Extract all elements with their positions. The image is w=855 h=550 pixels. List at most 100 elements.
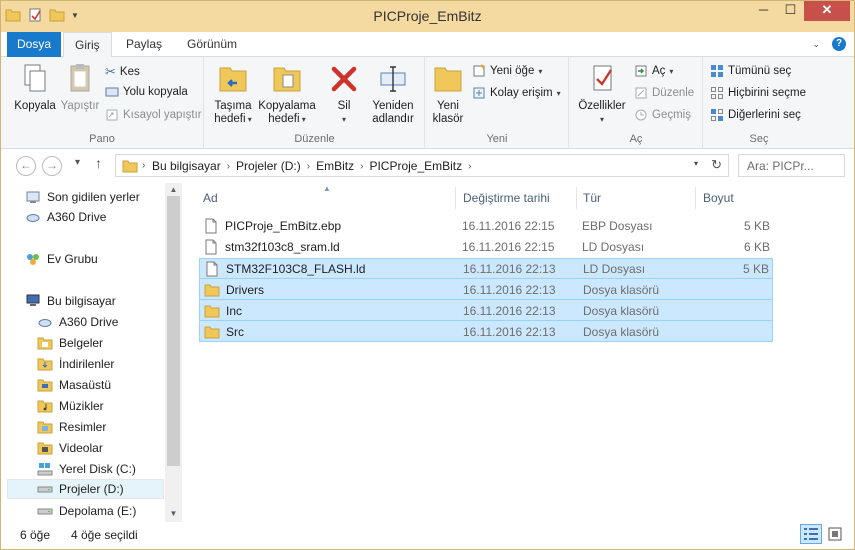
move-folder-icon (219, 67, 247, 92)
file-name: PICProje_EmBitz.ebp (225, 219, 342, 233)
refresh-icon[interactable]: ↻ (711, 157, 722, 173)
forward-button[interactable]: → (42, 156, 62, 176)
search-input[interactable]: Ara: PICPr... (738, 154, 845, 177)
file-name: STM32F103C8_FLASH.ld (226, 262, 366, 276)
column-divider[interactable] (695, 187, 696, 209)
expand-ribbon-icon[interactable]: ⌄ (812, 39, 820, 50)
column-header-size[interactable]: Boyut (703, 183, 734, 213)
properties-button[interactable]: Özellikler ▾ (574, 61, 630, 126)
minimize-button[interactable]: ─ (750, 1, 777, 21)
file-date: 16.11.2016 22:13 (463, 304, 556, 318)
nav-item-local-disk-c[interactable]: Yerel Disk (C:) (37, 459, 136, 479)
nav-item-homegroup[interactable]: Ev Grubu (25, 249, 98, 269)
invert-selection-button[interactable]: Diğerlerini seç (710, 108, 801, 122)
scroll-down-icon[interactable]: ▼ (165, 509, 182, 518)
breadcrumb-item[interactable]: PICProje_EmBitz (369, 159, 462, 173)
breadcrumb-item[interactable]: Projeler (D:) (236, 159, 301, 173)
nav-item-downloads[interactable]: İndirilenler (37, 354, 114, 374)
nav-item-storage-e[interactable]: Depolama (E:) (37, 501, 136, 521)
copy-button[interactable]: Kopyala (13, 61, 57, 113)
large-icons-view-button[interactable] (824, 524, 846, 544)
nav-item-label: Belgeler (59, 336, 104, 350)
tab-home[interactable]: Giriş (63, 32, 112, 58)
close-button[interactable]: ✕ (804, 1, 850, 21)
select-none-button[interactable]: Hiçbirini seçme (710, 86, 806, 100)
copy-path-button[interactable]: Yolu kopyala (105, 86, 188, 98)
open-button[interactable]: Aç ▾ (634, 64, 673, 78)
column-divider[interactable] (576, 187, 577, 209)
nav-scrollbar[interactable]: ▲ ▼ (165, 183, 182, 522)
column-header-name[interactable]: Ad (203, 183, 218, 213)
paste-button[interactable]: Yapıştır (59, 61, 101, 113)
delete-button[interactable]: Sil ▾ (327, 61, 361, 126)
folder-icon (204, 305, 220, 318)
column-header-type[interactable]: Tür (583, 183, 601, 213)
table-row[interactable]: Src 16.11.2016 22:13 Dosya klasörü (199, 321, 773, 342)
copy-to-label-1: Kopyalama (258, 100, 316, 112)
nav-item-music[interactable]: Müzikler (37, 396, 104, 416)
easy-access-button[interactable]: Kolay erişim ▾ (472, 86, 561, 100)
scroll-up-icon[interactable]: ▲ (165, 185, 182, 194)
copy-icon (24, 64, 46, 92)
table-row[interactable]: Inc 16.11.2016 22:13 Dosya klasörü (199, 300, 773, 321)
title-bar[interactable]: ▼ PICProje_EmBitz ─ ☐ ✕ (1, 1, 854, 31)
move-to-label-2: hedefi (214, 113, 246, 125)
recent-places-icon (26, 191, 40, 203)
tab-share[interactable]: Paylaş (115, 32, 173, 57)
select-all-button[interactable]: Tümünü seç (710, 64, 791, 78)
file-type: LD Dosyası (582, 240, 645, 254)
cut-button[interactable]: ✂ Kes (105, 64, 140, 80)
maximize-button[interactable]: ☐ (777, 1, 804, 21)
scroll-thumb[interactable] (167, 196, 180, 466)
nav-item-desktop[interactable]: Masaüstü (37, 375, 111, 395)
edit-button[interactable]: Düzenle (634, 86, 694, 100)
address-dropdown-icon[interactable]: ▾ (694, 159, 698, 168)
paste-shortcut-button[interactable]: Kısayol yapıştır (105, 108, 202, 122)
details-view-button[interactable] (800, 524, 822, 544)
item-count: 6 öğe (20, 528, 51, 542)
file-name: Drivers (226, 283, 264, 297)
nav-item-a360-drive-2[interactable]: A360 Drive (37, 312, 118, 332)
computer-icon (26, 294, 40, 306)
group-organize-label: Düzenle (294, 133, 335, 145)
scissors-icon: ✂ (105, 64, 116, 79)
chevron-down-icon: ▾ (245, 115, 252, 124)
nav-item-documents[interactable]: Belgeler (37, 333, 103, 353)
chevron-right-icon[interactable]: › (227, 161, 230, 172)
nav-item-this-pc[interactable]: Bu bilgisayar (25, 291, 116, 311)
breadcrumb-item[interactable]: Bu bilgisayar (152, 159, 221, 173)
nav-item-label: Bu bilgisayar (47, 294, 116, 308)
back-button[interactable]: ← (16, 156, 36, 176)
breadcrumb-item[interactable]: EmBitz (316, 159, 354, 173)
new-item-button[interactable]: Yeni öğe ▾ (472, 64, 542, 78)
tab-file[interactable]: Dosya (7, 32, 61, 57)
table-row[interactable]: STM32F103C8_FLASH.ld 16.11.2016 22:13 LD D… (199, 258, 773, 279)
chevron-right-icon[interactable]: › (360, 161, 363, 172)
new-folder-button[interactable]: Yeni klasör (430, 61, 466, 126)
window-title: PICProje_EmBitz (373, 8, 482, 24)
recent-locations-button[interactable]: ▾ (75, 157, 80, 168)
chevron-right-icon[interactable]: › (468, 161, 471, 172)
file-date: 16.11.2016 22:13 (463, 283, 556, 297)
up-button[interactable]: ↑ (95, 155, 102, 171)
tab-view[interactable]: Görünüm (176, 32, 248, 57)
column-divider[interactable] (455, 187, 456, 209)
nav-item-videos[interactable]: Videolar (37, 438, 103, 458)
column-header-date[interactable]: Değiştirme tarihi (463, 183, 550, 213)
nav-item-projects-d[interactable]: Projeler (D:) (7, 479, 164, 499)
chevron-right-icon[interactable]: › (307, 161, 310, 172)
copy-to-button[interactable]: Kopyalama hedefi ▾ (257, 61, 317, 126)
table-row[interactable]: stm32f103c8_sram.ld 16.11.2016 22:15 LD Do… (199, 237, 773, 258)
nav-item-recent-places[interactable]: Son gidilen yerler (25, 187, 140, 207)
file-list: Ad ▲ Değiştirme tarihi Tür Boyut PICProj… (183, 183, 854, 522)
nav-item-a360-drive[interactable]: A360 Drive (25, 207, 106, 227)
rename-button[interactable]: Yeniden adlandır (367, 61, 419, 126)
easy-access-icon (473, 87, 485, 99)
table-row[interactable]: PICProje_EmBitz.ebp 16.11.2016 22:15 EBP D… (199, 216, 773, 237)
nav-item-pictures[interactable]: Resimler (37, 417, 106, 437)
history-button[interactable]: Geçmiş (634, 108, 691, 122)
move-to-button[interactable]: Taşıma hedefi ▾ (211, 61, 255, 126)
address-box[interactable]: › Bu bilgisayar › Projeler (D:) › EmBitz › … (115, 154, 729, 177)
help-icon[interactable]: ? (832, 37, 846, 51)
table-row[interactable]: Drivers 16.11.2016 22:13 Dosya klasörü (199, 279, 773, 300)
